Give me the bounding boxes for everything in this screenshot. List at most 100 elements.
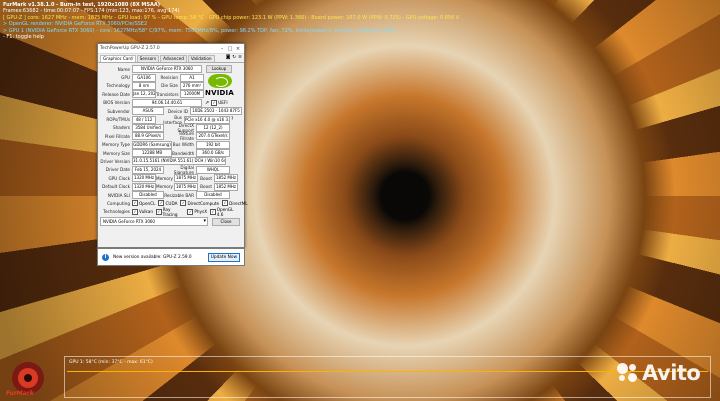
rops-label: ROPs/TMUs <box>106 117 130 123</box>
info-icon: i <box>102 253 109 261</box>
vulkan-label: Vulkan <box>139 209 153 215</box>
maximize-icon[interactable]: □ <box>226 46 234 52</box>
bios-label: BIOS Version <box>103 100 130 106</box>
release-date-label: Release Date <box>102 91 130 97</box>
default-memory-value: 1875 MHz <box>174 182 198 191</box>
default-boost-label: Boost <box>200 184 212 190</box>
camera-icon[interactable]: ◙ <box>226 55 230 62</box>
texture-fillrate-value: 207.4 GTexel/s <box>196 132 230 141</box>
raytracing-checkbox: ✓ <box>155 208 162 215</box>
window-titlebar[interactable]: TechPowerUp GPU-Z 2.57.0 – □ × <box>98 44 244 54</box>
temperature-graph-label: GPU 1: 58°C (min: 37°C - max: 61°C) <box>69 360 153 365</box>
opengl-checkbox: ✓ <box>210 208 216 215</box>
memory-type-value: GDDR6 (Samsung) <box>132 140 172 149</box>
default-clock-value: 1320 MHz <box>132 182 156 191</box>
shaders-label: Shaders <box>112 125 130 131</box>
cuda-label: CUDA <box>165 200 178 206</box>
avito-watermark: Avito <box>616 361 701 385</box>
gpuz-window: TechPowerUp GPU-Z 2.57.0 – □ × Graphics … <box>97 43 248 248</box>
opengl-label: OpenGL 4.6 <box>216 206 234 217</box>
memory-size-value: 12288 MB <box>132 149 172 158</box>
nvidia-eye-icon <box>207 74 232 88</box>
furmark-logo-text: FurMark <box>6 390 34 397</box>
refresh-icon[interactable]: ↻ <box>232 55 236 62</box>
memory-clock-label: Memory <box>156 175 174 181</box>
sli-value: Disabled <box>132 191 164 200</box>
pixel-fillrate-value: 88.9 GPixel/s <box>132 132 164 141</box>
bandwidth-value: 360.0 GB/s <box>196 149 230 158</box>
shaders-value: 3584 Unified <box>132 123 164 132</box>
nvidia-logo: NVIDIA <box>201 74 238 104</box>
directcompute-label: DirectCompute <box>187 200 220 206</box>
gpu-clock-value: 1320 MHz <box>132 174 156 183</box>
directml-checkbox: ✓ <box>222 200 229 207</box>
directx-value: 12 (12_2) <box>196 123 230 132</box>
nvidia-logo-text: NVIDIA <box>205 89 234 97</box>
pixel-fillrate-label: Pixel Fillrate <box>104 133 130 139</box>
furmark-logo-pupil <box>24 374 32 382</box>
overlay-gpu-status: > GPU 1 (NVIDIA GeForce RTX 3060) - core… <box>3 27 397 34</box>
avito-dots-icon <box>616 362 638 384</box>
boost-label: Boost <box>200 175 212 181</box>
update-text: New version available: GPU-Z 2.59.0 <box>113 254 192 260</box>
minimize-icon[interactable]: – <box>218 46 226 52</box>
driver-version-label: Driver Version <box>100 158 130 164</box>
sli-label: NVIDIA SLI <box>107 192 130 198</box>
close-icon[interactable]: × <box>234 46 242 52</box>
cuda-checkbox: ✓ <box>158 200 165 207</box>
bus-width-value: 192 bit <box>196 140 230 149</box>
diesize-label: Die Size <box>161 83 178 89</box>
subvendor-label: Subvendor <box>107 108 130 114</box>
technologies-label: Technologies <box>103 209 130 215</box>
tab-validation[interactable]: Validation <box>187 55 215 62</box>
temperature-graph-line <box>67 371 708 372</box>
help-icon[interactable]: ? <box>231 117 233 122</box>
bios-value: 94.06.14.40.61 <box>132 98 202 107</box>
name-value: NVIDIA GeForce RTX 3060 <box>132 65 202 74</box>
tab-advanced[interactable]: Advanced <box>160 55 187 62</box>
technology-label: Technology <box>106 83 130 89</box>
lookup-button[interactable]: Lookup <box>206 65 232 74</box>
default-memory-label: Memory <box>156 184 174 190</box>
rops-value: 48 / 112 <box>132 115 156 124</box>
update-notification: i New version available: GPU-Z 2.59.0 Up… <box>97 248 245 266</box>
resizable-bar-label: Resizable BAR <box>164 192 194 198</box>
bottom-bar: NVIDIA GeForce RTX 3060 Close <box>98 216 244 227</box>
gpu-value: GA106 <box>132 73 156 82</box>
deviceid-label: Device ID <box>167 108 188 114</box>
digital-signature-value: WHQL <box>196 165 230 174</box>
resizable-bar-value: Disabled <box>196 191 230 200</box>
avito-text: Avito <box>642 361 701 385</box>
technology-value: 8 nm <box>132 81 156 90</box>
boost-value: 1852 MHz <box>214 174 238 183</box>
close-button[interactable]: Close <box>212 217 240 226</box>
bus-width-label: Bus Width <box>172 142 194 148</box>
opencl-label: OpenCL <box>139 200 156 206</box>
tab-bar: Graphics Card Sensors Advanced Validatio… <box>98 54 244 63</box>
directcompute-checkbox: ✓ <box>180 200 187 207</box>
driver-date-label: Driver Date <box>105 167 130 173</box>
revision-label: Revision <box>160 75 178 81</box>
gpu-clock-label: GPU Clock <box>108 175 130 181</box>
tab-sensors[interactable]: Sensors <box>136 55 160 62</box>
tab-graphics-card[interactable]: Graphics Card <box>100 55 136 62</box>
window-title: TechPowerUp GPU-Z 2.57.0 <box>100 46 160 51</box>
menu-icon[interactable]: ≡ <box>238 55 242 62</box>
raytracing-label: Ray Tracing <box>162 206 178 217</box>
vulkan-checkbox: ✓ <box>132 208 138 215</box>
computing-label: Computing <box>107 200 130 206</box>
physx-checkbox: ✓ <box>187 208 194 215</box>
deviceid-value: 10DE 2503 - 1043 87F5 <box>190 107 242 116</box>
memory-clock-value: 1875 MHz <box>174 174 198 183</box>
physx-label: PhysX <box>194 209 208 215</box>
opencl-checkbox: ✓ <box>132 200 138 207</box>
driver-date-value: Feb 15, 2024 <box>132 165 164 174</box>
gpu-label: GPU <box>121 75 130 81</box>
gpu-select[interactable]: NVIDIA GeForce RTX 3060 <box>100 217 208 227</box>
default-clock-label: Default Clock <box>101 184 130 190</box>
update-now-button[interactable]: Update Now <box>207 252 240 262</box>
temperature-graph: GPU 1: 58°C (min: 37°C - max: 61°C) <box>64 356 711 398</box>
transistors-label: Transistors <box>156 91 179 97</box>
overlay-help: - F1: toggle help <box>3 34 44 41</box>
default-boost-value: 1852 MHz <box>214 182 238 191</box>
